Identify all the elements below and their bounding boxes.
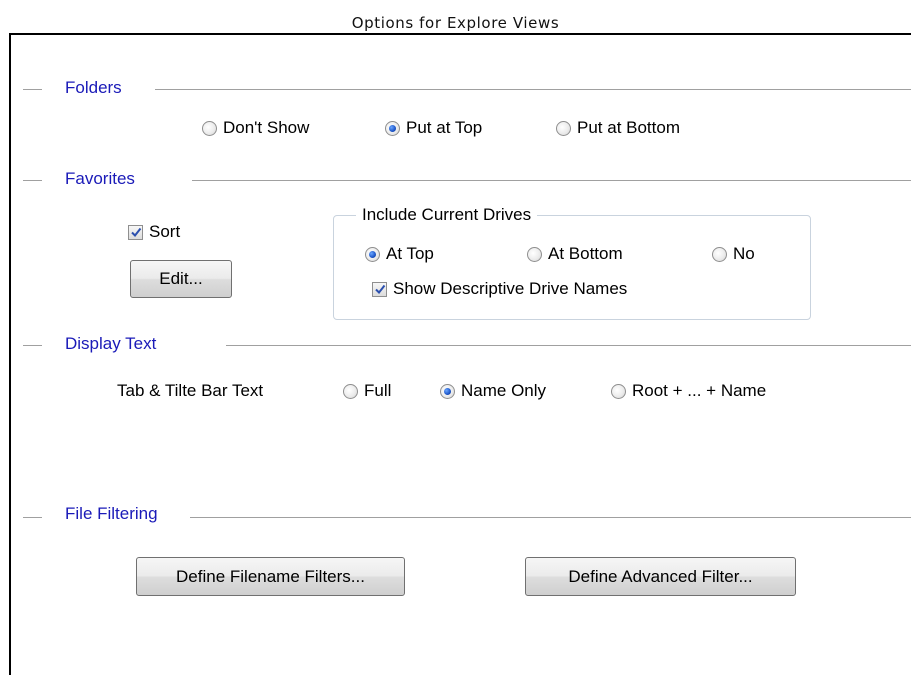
group-divider — [155, 89, 911, 90]
include-current-drives-label: Include Current Drives — [356, 205, 538, 225]
radio-icon — [527, 246, 542, 262]
checkbox-checked-icon — [372, 281, 387, 297]
folders-put-at-top-radio[interactable]: Put at Top — [385, 118, 482, 138]
display-name-only-radio[interactable]: Name Only — [440, 381, 546, 401]
folders-put-at-bottom-radio[interactable]: Put at Bottom — [556, 118, 680, 138]
display-text-group-label: Display Text — [65, 334, 157, 353]
group-divider — [23, 89, 42, 90]
radio-icon — [202, 120, 217, 136]
drives-at-bottom-radio[interactable]: At Bottom — [527, 244, 623, 264]
group-divider — [23, 345, 42, 346]
radio-icon — [343, 383, 358, 399]
group-divider — [23, 180, 42, 181]
radio-label: Don't Show — [223, 118, 310, 137]
edit-favorites-button[interactable]: Edit... — [130, 260, 232, 298]
checkbox-label: Show Descriptive Drive Names — [393, 279, 628, 298]
radio-label: Full — [364, 381, 392, 400]
favorites-group-label: Favorites — [65, 169, 135, 188]
group-divider — [192, 180, 911, 181]
include-current-drives-groupbox — [333, 215, 811, 320]
radio-label: Name Only — [461, 381, 547, 400]
radio-label: At Top — [386, 244, 434, 263]
define-filename-filters-button[interactable]: Define Filename Filters... — [136, 557, 405, 596]
display-root-name-radio[interactable]: Root + ... + Name — [611, 381, 766, 401]
radio-label: Put at Top — [406, 118, 483, 137]
drives-no-radio[interactable]: No — [712, 244, 755, 264]
checkbox-checked-icon — [128, 224, 143, 240]
sort-checkbox[interactable]: Sort — [128, 222, 180, 242]
radio-label: Root + ... + Name — [632, 381, 767, 400]
display-full-radio[interactable]: Full — [343, 381, 391, 401]
drives-at-top-radio[interactable]: At Top — [365, 244, 434, 264]
radio-selected-icon — [365, 246, 380, 262]
folders-dont-show-radio[interactable]: Don't Show — [202, 118, 309, 138]
group-divider — [23, 517, 42, 518]
define-advanced-filter-button[interactable]: Define Advanced Filter... — [525, 557, 796, 596]
radio-selected-icon — [440, 383, 455, 399]
radio-label: At Bottom — [548, 244, 623, 263]
window-title: Options for Explore Views — [351, 14, 560, 32]
radio-icon — [611, 383, 626, 399]
group-divider — [190, 517, 911, 518]
folders-group-label: Folders — [65, 78, 122, 97]
radio-icon — [556, 120, 571, 136]
tab-title-bar-text-label: Tab & Tilte Bar Text — [117, 381, 264, 400]
show-descriptive-drive-names-checkbox[interactable]: Show Descriptive Drive Names — [372, 279, 627, 299]
radio-icon — [712, 246, 727, 262]
checkbox-label: Sort — [149, 222, 181, 241]
group-divider — [226, 345, 911, 346]
file-filtering-group-label: File Filtering — [65, 504, 158, 523]
radio-label: No — [733, 244, 755, 263]
radio-label: Put at Bottom — [577, 118, 680, 137]
radio-selected-icon — [385, 120, 400, 136]
